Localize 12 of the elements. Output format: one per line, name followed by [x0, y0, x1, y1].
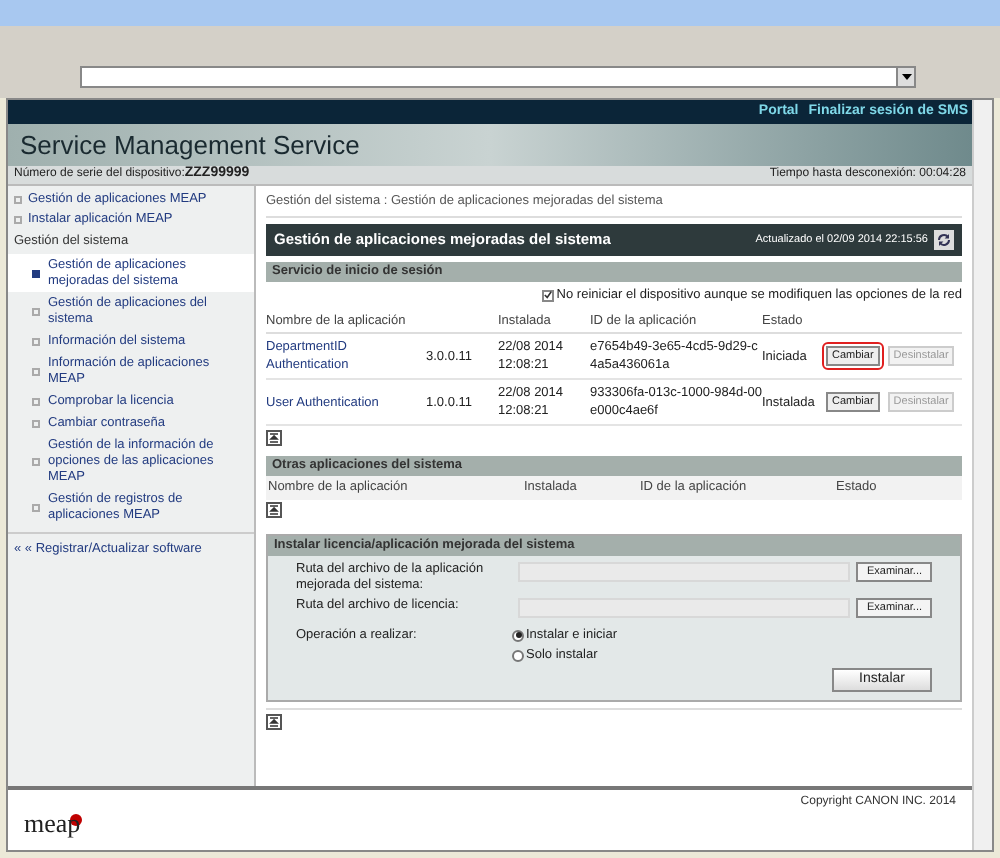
collapse-icon[interactable] [266, 713, 282, 729]
radio-button[interactable] [512, 629, 524, 642]
refresh-icon[interactable] [934, 229, 954, 250]
app-title: Service Management Service [20, 127, 360, 164]
scrollbar[interactable] [972, 100, 992, 850]
radio-button[interactable] [512, 649, 524, 662]
dropdown-arrow-icon [901, 74, 911, 80]
checkbox[interactable] [542, 289, 555, 302]
address-field[interactable] [80, 66, 916, 88]
check-icon [544, 290, 553, 301]
collapse-icon[interactable] [266, 502, 282, 518]
collapse-icon[interactable] [266, 430, 282, 447]
